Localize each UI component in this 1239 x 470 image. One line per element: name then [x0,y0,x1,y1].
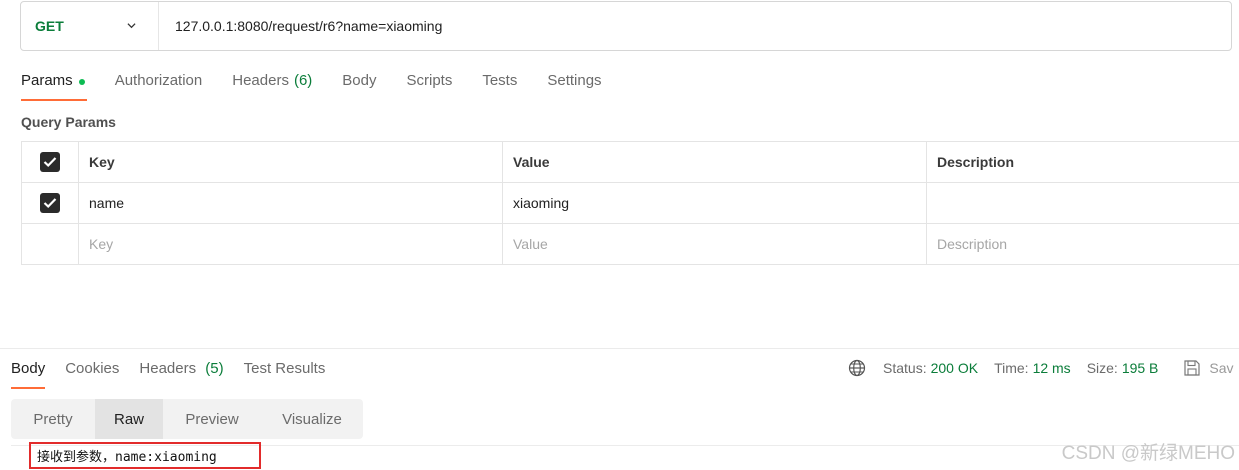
tab-settings[interactable]: Settings [547,70,601,101]
response-tabs: Body Cookies Headers (5) Test Results [11,359,345,391]
mode-visualize-label: Visualize [282,410,342,428]
mode-pretty-label: Pretty [33,410,73,428]
tab-scripts[interactable]: Scripts [407,70,453,101]
empty-checkbox-cell [21,223,79,265]
method-label: GET [35,18,64,34]
value-header: Value [502,141,927,183]
mode-preview-label: Preview [185,410,239,428]
response-status-bar: Status: 200 OK Time: 12 ms Size: 195 B S… [848,359,1234,377]
params-active-dot [78,79,85,85]
tab-headers[interactable]: Headers (6) [232,70,312,101]
response-tab-headers-label: Headers [139,360,197,377]
response-tab-body-label: Body [11,360,46,377]
response-tab-headers[interactable]: Headers (5) [139,359,223,389]
globe-icon[interactable] [848,359,866,377]
param-key-cell[interactable]: name [78,182,503,224]
tab-body-label: Body [342,72,377,89]
row-checkbox[interactable] [40,193,60,213]
tab-tests-label: Tests [482,72,518,89]
tab-params[interactable]: Params [21,70,87,101]
mode-raw[interactable]: Raw [95,399,163,439]
save-icon [1184,360,1201,376]
tab-settings-label: Settings [547,72,602,89]
params-table: Key Value Description name xiaoming Key … [21,141,1239,265]
response-tab-test-results-label: Test Results [243,360,326,377]
query-params-title: Query Params [21,114,116,130]
table-row: name xiaoming [21,182,1239,224]
mode-preview[interactable]: Preview [163,399,261,439]
param-description-cell[interactable] [926,182,1239,224]
response-tab-cookies[interactable]: Cookies [65,359,119,389]
tab-headers-label: Headers [232,72,289,89]
check-icon [43,157,57,168]
new-description-input[interactable]: Description [926,223,1239,265]
tab-tests[interactable]: Tests [482,70,517,101]
table-row-empty: Key Value Description [21,223,1239,265]
response-tab-test-results[interactable]: Test Results [244,359,326,389]
new-key-input[interactable]: Key [78,223,503,265]
response-tab-body[interactable]: Body [11,359,46,389]
description-header: Description [926,141,1239,183]
save-response-button[interactable]: Sav [1183,359,1234,377]
check-icon [43,198,57,209]
select-all-checkbox[interactable] [40,152,60,172]
select-all-cell [21,141,79,183]
url-input[interactable] [159,2,1231,50]
row-checkbox-cell [21,182,79,224]
body-mode-selector: Pretty Raw Preview Visualize [11,399,363,439]
tab-params-label: Params [21,72,73,89]
time-label: Time: [994,360,1029,376]
size-value[interactable]: 195 B [1122,360,1159,376]
new-value-input[interactable]: Value [502,223,927,265]
response-divider [0,348,1239,349]
request-tabs: Params Authorization Headers (6) Body Sc… [21,70,632,102]
tab-authorization[interactable]: Authorization [115,70,203,101]
time-value[interactable]: 12 ms [1033,360,1071,376]
response-tab-cookies-label: Cookies [65,360,120,377]
mode-visualize[interactable]: Visualize [261,399,363,439]
save-label: Sav [1209,360,1234,376]
headers-count: (6) [293,72,313,89]
method-select[interactable]: GET [21,2,159,50]
tab-scripts-label: Scripts [406,72,453,89]
mode-pretty[interactable]: Pretty [11,399,95,439]
param-value-cell[interactable]: xiaoming [502,182,927,224]
response-body-text[interactable]: 接收到参数，name:xiaoming [29,442,261,469]
status-label: Status: [883,360,927,376]
key-header: Key [78,141,503,183]
tab-body[interactable]: Body [342,70,376,101]
size-label: Size: [1086,360,1118,376]
status-value[interactable]: 200 OK [931,360,978,376]
mode-raw-label: Raw [113,410,144,428]
chevron-down-icon [127,23,136,29]
url-bar: GET [20,1,1232,51]
tab-authorization-label: Authorization [114,72,203,89]
response-headers-count: (5) [205,360,224,377]
watermark: CSDN @新绿MEHO [1061,443,1235,464]
params-header-row: Key Value Description [21,141,1239,183]
